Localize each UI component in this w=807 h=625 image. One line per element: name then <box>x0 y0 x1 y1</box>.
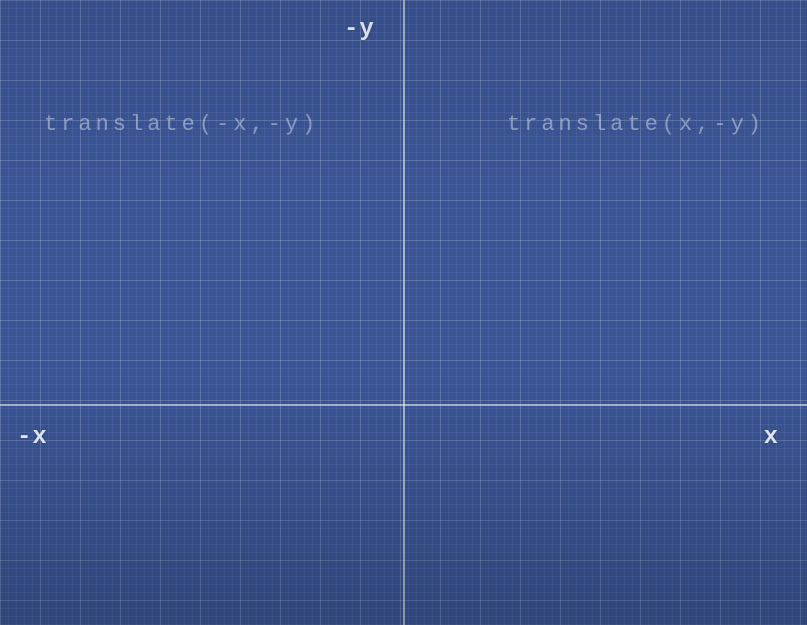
axis-label-neg-y: -y <box>344 16 375 43</box>
axis-label-pos-x: x <box>764 424 779 451</box>
y-axis-line <box>403 0 405 625</box>
axis-label-neg-x: -x <box>17 424 48 451</box>
quadrant-label-top-left: translate(-x,-y) <box>44 112 319 137</box>
quadrant-label-top-right: translate(x,-y) <box>507 112 765 137</box>
blueprint-canvas: -y -x x translate(-x,-y) translate(x,-y) <box>0 0 807 625</box>
